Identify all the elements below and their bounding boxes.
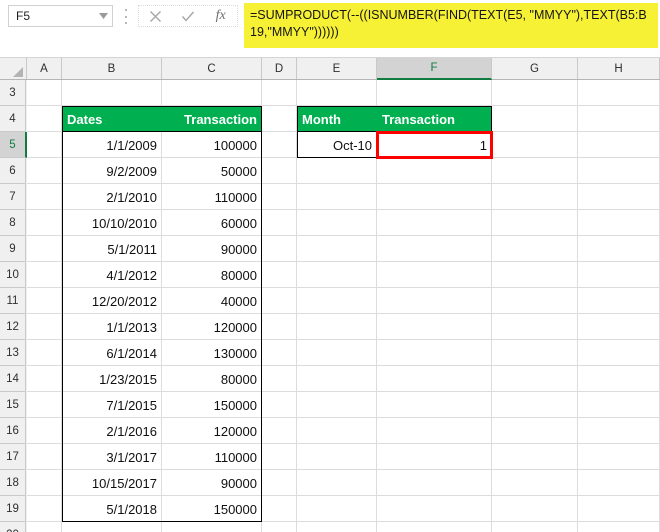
cell-B10-date[interactable]: 4/1/2012 <box>62 262 162 288</box>
cell-C11-transaction[interactable]: 40000 <box>162 288 262 314</box>
name-box[interactable]: F5 <box>8 5 113 27</box>
row-header-16[interactable]: 16 <box>0 418 26 444</box>
name-box-value: F5 <box>16 9 31 23</box>
cell-B15-date[interactable]: 7/1/2015 <box>62 392 162 418</box>
row-header-12[interactable]: 12 <box>0 314 26 340</box>
gridline-vertical <box>577 80 578 532</box>
cell-C19-transaction[interactable]: 150000 <box>162 496 262 522</box>
cell-B19-date[interactable]: 5/1/2018 <box>62 496 162 522</box>
right-table-outline <box>297 106 492 107</box>
column-header-g[interactable]: G <box>492 58 578 79</box>
enter-check-icon[interactable] <box>174 6 202 26</box>
row-header-6[interactable]: 6 <box>0 158 26 184</box>
left-table-outline <box>62 106 63 522</box>
row-header-10[interactable]: 10 <box>0 262 26 288</box>
right-table-header-divider <box>297 131 492 132</box>
select-all-triangle-icon <box>13 67 23 77</box>
cell-B7-date[interactable]: 2/1/2010 <box>62 184 162 210</box>
row-header-7[interactable]: 7 <box>0 184 26 210</box>
formula-input[interactable]: =SUMPRODUCT(--((ISNUMBER(FIND(TEXT(E5, "… <box>244 3 658 48</box>
insert-function-label: fx <box>215 8 226 23</box>
cell-B14-date[interactable]: 1/23/2015 <box>62 366 162 392</box>
cell-B18-date[interactable]: 10/15/2017 <box>62 470 162 496</box>
cell-E5-month-value[interactable]: Oct-10 <box>297 132 377 158</box>
row-header-15[interactable]: 15 <box>0 392 26 418</box>
left-table-outline <box>62 106 262 107</box>
cell-C8-transaction[interactable]: 60000 <box>162 210 262 236</box>
cell-C13-transaction[interactable]: 130000 <box>162 340 262 366</box>
row-header-17[interactable]: 17 <box>0 444 26 470</box>
cell-C6-transaction[interactable]: 50000 <box>162 158 262 184</box>
cell-C4-transaction-header[interactable]: Transaction <box>162 106 262 132</box>
column-header-f[interactable]: F <box>377 58 492 80</box>
row-header-8[interactable]: 8 <box>0 210 26 236</box>
column-header-b[interactable]: B <box>62 58 162 79</box>
cell-C14-transaction[interactable]: 80000 <box>162 366 262 392</box>
right-table-outline <box>297 106 298 158</box>
cell-B17-date[interactable]: 3/1/2017 <box>62 444 162 470</box>
select-all-corner[interactable] <box>0 58 27 79</box>
row-header-5[interactable]: 5 <box>0 132 27 158</box>
cell-B8-date[interactable]: 10/10/2010 <box>62 210 162 236</box>
cell-B4-dates-header[interactable]: Dates <box>62 106 162 132</box>
cell-C15-transaction[interactable]: 150000 <box>162 392 262 418</box>
cell-E4-month-header[interactable]: Month <box>297 106 377 132</box>
cell-F5-result-value[interactable]: 1 <box>377 132 492 158</box>
right-table-outline <box>297 157 492 158</box>
column-header-h[interactable]: H <box>578 58 660 79</box>
cell-B16-date[interactable]: 2/1/2016 <box>62 418 162 444</box>
cell-C7-transaction[interactable]: 110000 <box>162 184 262 210</box>
row-header-11[interactable]: 11 <box>0 288 26 314</box>
cell-C17-transaction[interactable]: 110000 <box>162 444 262 470</box>
cell-F4-transaction-header[interactable]: Transaction <box>377 106 492 132</box>
formula-bar-separator <box>124 9 127 24</box>
cell-C16-transaction[interactable]: 120000 <box>162 418 262 444</box>
chevron-down-icon[interactable] <box>94 13 112 19</box>
cell-C5-transaction[interactable]: 100000 <box>162 132 262 158</box>
row-header-4[interactable]: 4 <box>0 106 26 132</box>
row-header-3[interactable]: 3 <box>0 80 26 106</box>
cell-C12-transaction[interactable]: 120000 <box>162 314 262 340</box>
cell-B5-date[interactable]: 1/1/2009 <box>62 132 162 158</box>
cell-B13-date[interactable]: 6/1/2014 <box>62 340 162 366</box>
column-header-a[interactable]: A <box>27 58 62 79</box>
row-header-9[interactable]: 9 <box>0 236 26 262</box>
column-header-e[interactable]: E <box>297 58 377 79</box>
sheet-cells: Dates Transaction 1/1/2009 100000 9/2/2009 50… <box>27 80 660 532</box>
column-headers: ABCDEFGH <box>0 58 660 80</box>
left-table-outline <box>261 106 262 522</box>
row-header-13[interactable]: 13 <box>0 340 26 366</box>
row-header-20[interactable]: 20 <box>0 522 26 532</box>
row-header-19[interactable]: 19 <box>0 496 26 522</box>
cell-C10-transaction[interactable]: 80000 <box>162 262 262 288</box>
cell-B9-date[interactable]: 5/1/2011 <box>62 236 162 262</box>
left-table-outline <box>62 521 262 522</box>
worksheet-grid: ABCDEFGH 34567891011121314151617181920 D… <box>0 58 660 532</box>
cell-B11-date[interactable]: 12/20/2012 <box>62 288 162 314</box>
left-table-header-divider <box>62 131 262 132</box>
column-header-d[interactable]: D <box>262 58 297 79</box>
row-headers: 34567891011121314151617181920 <box>0 80 27 532</box>
insert-function-icon[interactable]: fx <box>207 6 235 26</box>
cancel-x-icon[interactable] <box>141 6 169 26</box>
row-header-18[interactable]: 18 <box>0 470 26 496</box>
cell-C9-transaction[interactable]: 90000 <box>162 236 262 262</box>
cell-B12-date[interactable]: 1/1/2013 <box>62 314 162 340</box>
column-header-c[interactable]: C <box>162 58 262 79</box>
formula-bar-strip: F5 fx =SUMPRODUCT(--((ISNUMBER(FIND(TEXT… <box>0 0 660 58</box>
row-header-14[interactable]: 14 <box>0 366 26 392</box>
cell-B6-date[interactable]: 9/2/2009 <box>62 158 162 184</box>
cell-C18-transaction[interactable]: 90000 <box>162 470 262 496</box>
formula-bar-buttons: fx <box>138 5 238 27</box>
right-table-outline <box>491 106 492 158</box>
